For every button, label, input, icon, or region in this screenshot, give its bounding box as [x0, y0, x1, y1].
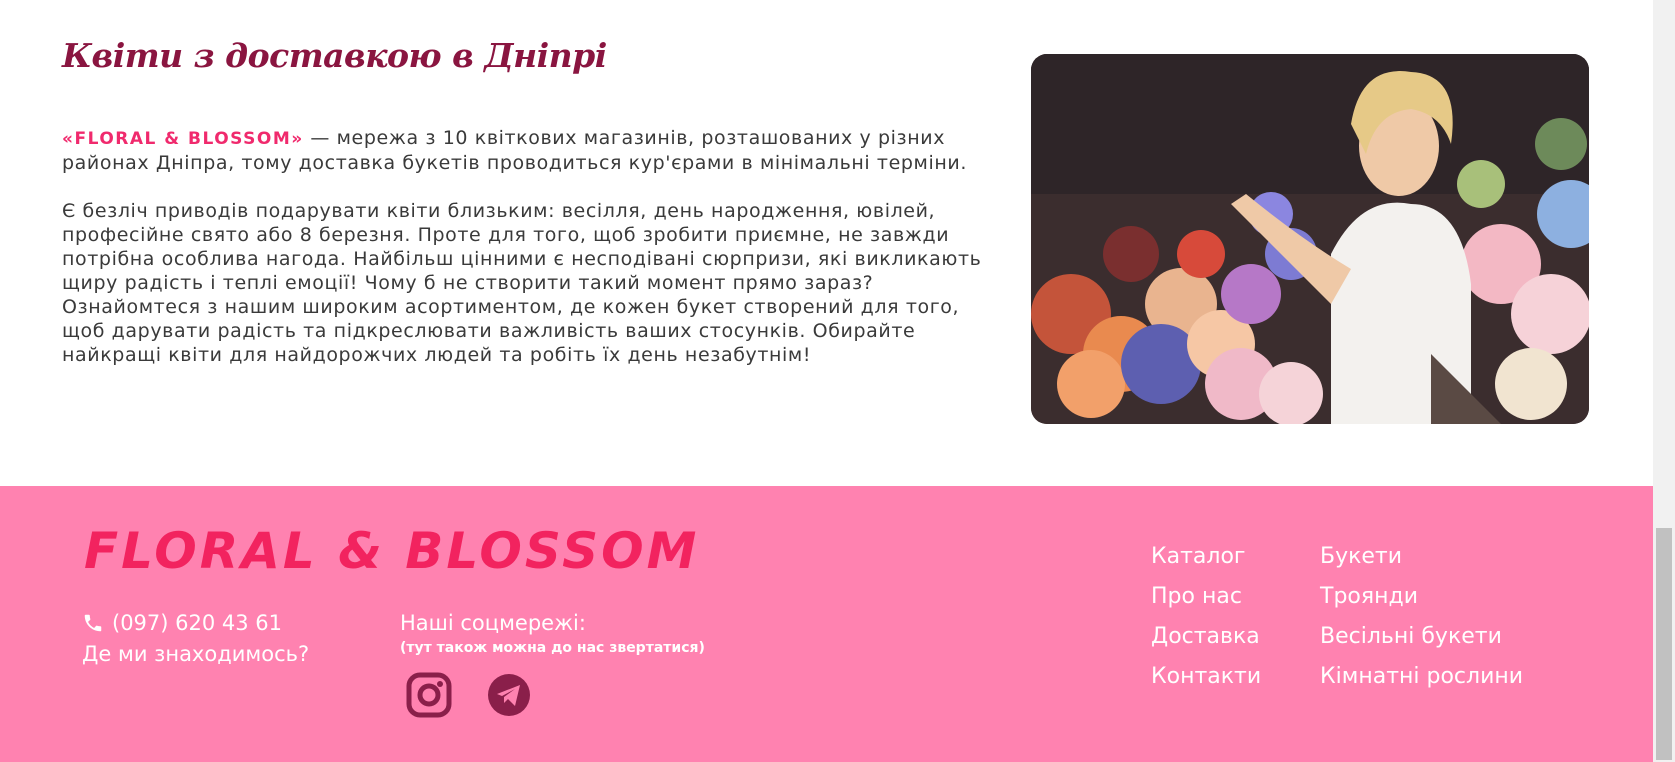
nav-link-about[interactable]: Про нас	[1151, 582, 1261, 622]
social-note: (тут також можна до нас звертатися)	[400, 640, 705, 656]
section-title: Квіти з доставкою в Дніпрі	[62, 36, 607, 75]
nav-link-catalog[interactable]: Каталог	[1151, 542, 1261, 582]
site-footer: FLORAL & BLOSSOM (097) 620 43 61 Де ми з…	[0, 486, 1653, 762]
social-title: Наші соцмережі:	[400, 611, 586, 635]
page-scrollbar[interactable]	[1653, 0, 1675, 762]
nav-link-bouquets[interactable]: Букети	[1320, 542, 1523, 582]
scrollbar-thumb[interactable]	[1656, 528, 1672, 760]
brand-name-inline: «FLORAL & BLOSSOM»	[62, 129, 304, 149]
instagram-icon[interactable]	[404, 670, 454, 720]
nav-link-house-plants[interactable]: Кімнатні рослини	[1320, 662, 1523, 702]
phone-row[interactable]: (097) 620 43 61	[82, 608, 309, 638]
phone-icon	[82, 612, 104, 634]
nav-link-contacts[interactable]: Контакти	[1151, 662, 1261, 702]
nav-link-wedding-bouquets[interactable]: Весільні букети	[1320, 622, 1523, 662]
footer-nav-main: Каталог Про нас Доставка Контакти	[1151, 542, 1261, 702]
footer-logo[interactable]: FLORAL & BLOSSOM	[84, 522, 699, 580]
location-link[interactable]: Де ми знаходимось?	[82, 642, 309, 666]
telegram-icon[interactable]	[484, 670, 534, 720]
about-text: «FLORAL & BLOSSOM» — мережа з 10 квітков…	[62, 126, 1002, 391]
nav-link-roses[interactable]: Троянди	[1320, 582, 1523, 622]
phone-number[interactable]: (097) 620 43 61	[112, 611, 282, 635]
social-block: Наші соцмережі: (тут також можна до нас …	[400, 608, 705, 720]
florist-photo-illustration	[1031, 54, 1589, 424]
florist-photo	[1031, 54, 1589, 424]
nav-link-delivery[interactable]: Доставка	[1151, 622, 1261, 662]
social-icons	[404, 670, 705, 720]
about-paragraph-2: Є безліч приводів подарувати квіти близь…	[62, 200, 982, 366]
footer-nav-categories: Букети Троянди Весільні букети Кімнатні …	[1320, 542, 1523, 702]
about-paragraph-1: «FLORAL & BLOSSOM» — мережа з 10 квітков…	[62, 126, 1002, 175]
contact-block: (097) 620 43 61 Де ми знаходимось?	[82, 608, 309, 666]
page: Квіти з доставкою в Дніпрі «FLORAL & BLO…	[0, 0, 1653, 762]
